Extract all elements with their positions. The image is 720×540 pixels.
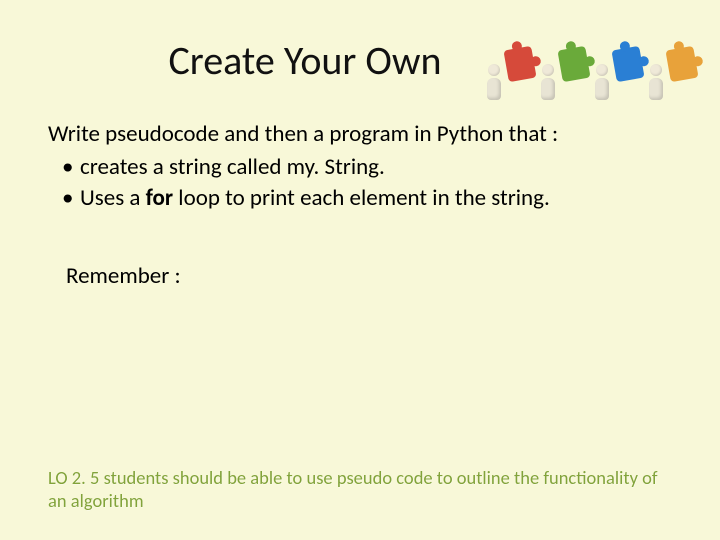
- bullet-list: creates a string called my. String. Uses…: [48, 152, 672, 214]
- list-item: Uses a for loop to print each element in…: [62, 183, 672, 214]
- intro-text: Write pseudocode and then a program in P…: [48, 119, 672, 150]
- clipart-puzzle-figures: [514, 26, 664, 100]
- slide: Create Your Own Write pseudocode and the…: [0, 0, 720, 540]
- bullet-text: creates a string called my. String.: [80, 153, 385, 181]
- remember-label: Remember :: [66, 262, 672, 290]
- bullet-text-pre: Uses a: [80, 184, 146, 212]
- bullet-text-post: loop to print each element in the string…: [173, 184, 550, 212]
- learning-objective-footer: LO 2. 5 students should be able to use p…: [48, 466, 672, 512]
- list-item: creates a string called my. String.: [62, 152, 672, 183]
- slide-title: Create Your Own: [108, 36, 502, 85]
- bullet-text-bold: for: [146, 184, 173, 212]
